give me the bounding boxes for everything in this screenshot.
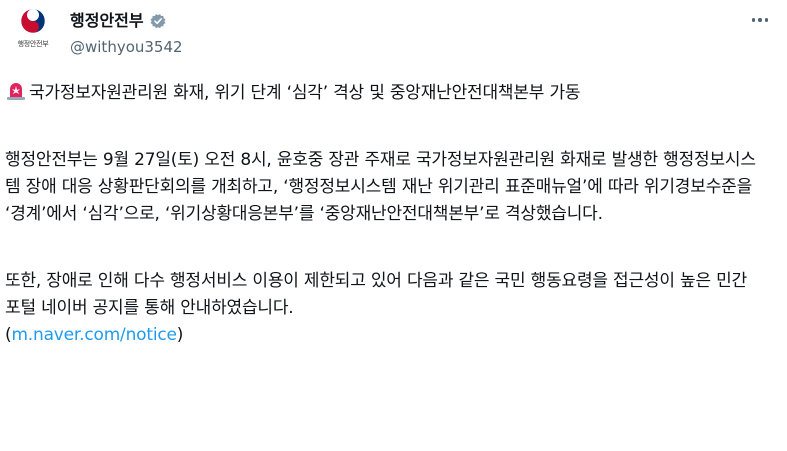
taegeuk-logo-icon [20,8,46,34]
verified-badge-icon [150,14,166,29]
author-name-row[interactable]: 행정안전부 [70,11,167,31]
post-headline: 국가정보자원관리원 화재, 위기 단계 ‘심각’ 격상 및 중앙재난안전대책본부… [5,80,765,107]
author-handle[interactable]: @withyou3542 [70,37,183,57]
post-headline-text: 국가정보자원관리원 화재, 위기 단계 ‘심각’ 격상 및 중앙재난안전대책본부… [29,83,581,103]
post: 행정안전부 행정안전부 @withyou3542 국가정보자원관리원 화재, 위… [0,0,787,451]
link-close-paren: ) [176,325,184,345]
author-display-name[interactable]: 행정안전부 [70,11,144,31]
post-paragraph-2-text: 또한, 장애로 인해 다수 행정서비스 이용이 제한되고 있어 다음과 같은 국… [5,271,747,318]
post-body: 국가정보자원관리원 화재, 위기 단계 ‘심각’ 격상 및 중앙재난안전대책본부… [5,80,765,349]
naver-notice-link[interactable]: m.naver.com/notice [11,325,177,345]
avatar[interactable]: 행정안전부 [9,4,57,56]
post-paragraph-2: 또한, 장애로 인해 다수 행정서비스 이용이 제한되고 있어 다음과 같은 국… [5,268,765,349]
siren-icon [7,83,25,100]
more-options-icon-dot [764,18,769,22]
avatar-caption: 행정안전부 [17,40,49,48]
more-options-button[interactable] [745,10,775,30]
more-options-icon-dot [758,18,762,22]
more-options-icon [751,18,756,22]
post-paragraph-1: 행정안전부는 9월 27일(토) 오전 8시, 윤호중 장관 주재로 국가정보자… [5,150,756,224]
